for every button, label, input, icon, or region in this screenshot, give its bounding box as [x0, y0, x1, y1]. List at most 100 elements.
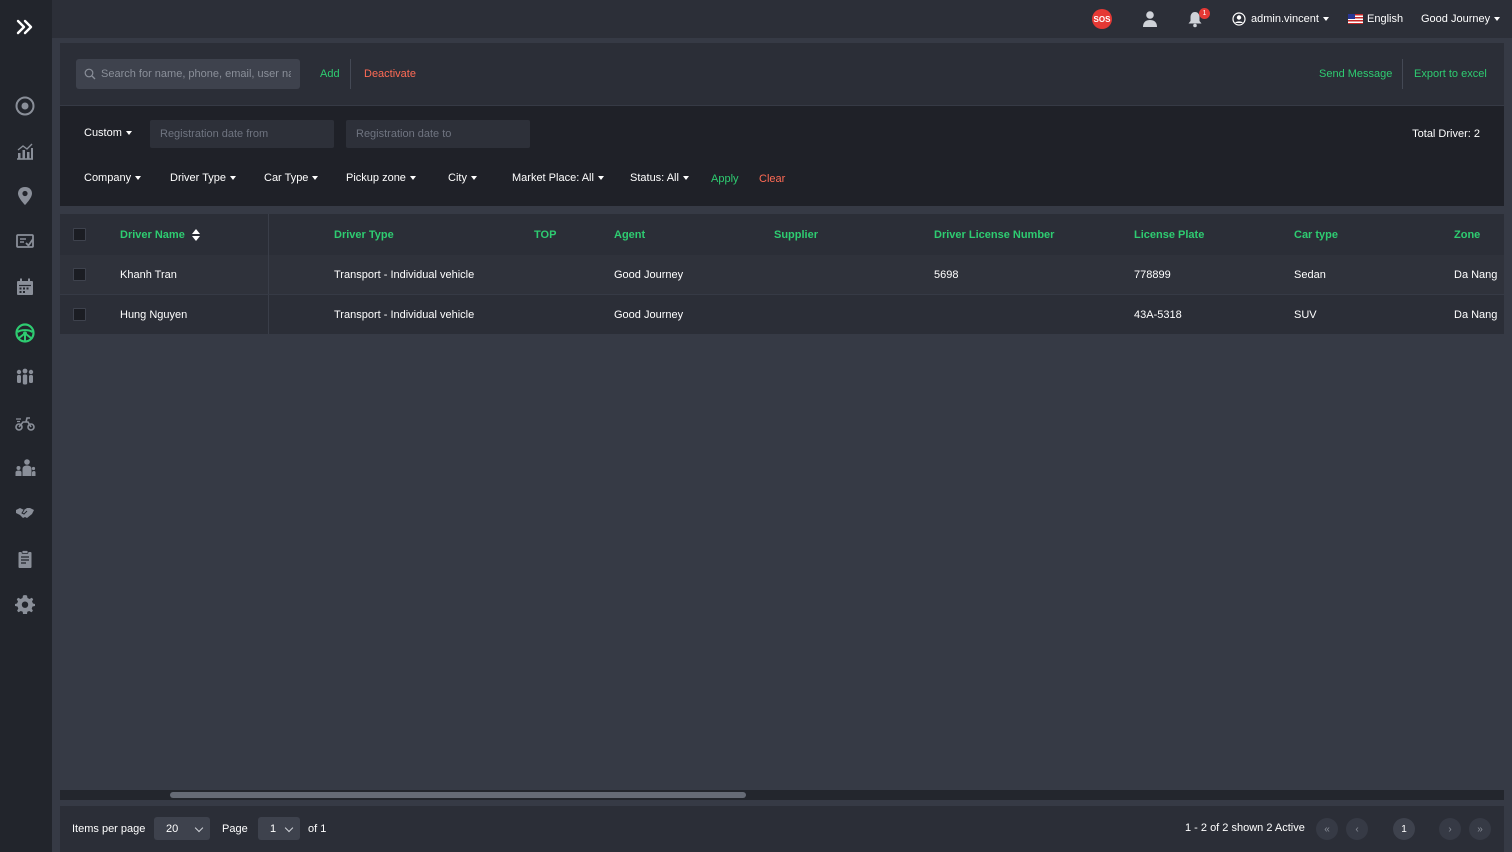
search-input[interactable] — [101, 68, 291, 80]
page-value: 1 — [270, 822, 277, 835]
search-box[interactable] — [76, 59, 300, 89]
items-per-page-label: Items per page — [72, 823, 146, 835]
column-header-driver-name[interactable]: Driver Name — [120, 214, 201, 255]
chevron-down-icon — [470, 176, 477, 180]
top-bar: SOS 1 admin.vincent English Good Journey — [52, 0, 1512, 38]
clear-button[interactable]: Clear — [759, 173, 785, 185]
items-per-page-select[interactable]: 20 — [154, 817, 210, 840]
date-mode-dropdown[interactable]: Custom — [84, 127, 132, 139]
column-header-driver-type[interactable]: Driver Type — [334, 214, 394, 255]
add-button[interactable]: Add — [320, 68, 340, 80]
column-header-license-plate[interactable]: License Plate — [1134, 214, 1204, 255]
passengers-icon[interactable] — [14, 366, 36, 388]
sort-icon — [191, 228, 200, 241]
chevron-down-icon — [125, 131, 132, 135]
pickup-zone-filter[interactable]: Pickup zone — [346, 172, 416, 184]
apply-button[interactable]: Apply — [711, 173, 739, 185]
user-icon — [1143, 11, 1157, 27]
column-header-zone[interactable]: Zone — [1454, 214, 1480, 255]
driver-type-filter-label: Driver Type — [170, 172, 227, 184]
row-checkbox[interactable] — [73, 268, 86, 281]
status-filter[interactable]: Status: All — [630, 172, 689, 184]
sos-button[interactable]: SOS — [1092, 0, 1112, 38]
us-flag-icon — [1348, 14, 1363, 24]
company-filter-label: Company — [84, 172, 132, 184]
market-place-filter[interactable]: Market Place: All — [512, 172, 604, 184]
license-number-cell: 5698 — [934, 269, 959, 281]
pagination-summary: 1 - 2 of 2 shown 2 Active — [1185, 822, 1305, 834]
car-type-cell: SUV — [1294, 309, 1317, 321]
next-page-button[interactable]: › — [1439, 818, 1461, 840]
company-filter[interactable]: Company — [84, 172, 142, 184]
export-excel-button[interactable]: Export to excel — [1414, 68, 1487, 80]
driver-type-cell: Transport - Individual vehicle — [334, 269, 475, 281]
table-header: Driver Name Driver Type TOP Agent Suppli… — [60, 214, 1504, 255]
zone-cell: Da Nang — [1454, 269, 1498, 281]
pagination-footer: Items per page 20 Page 1 of 1 1 - 2 of 2… — [60, 806, 1504, 852]
column-header-label: Driver Name — [120, 228, 185, 241]
previous-page-button[interactable]: ‹ — [1346, 818, 1368, 840]
booking-icon[interactable] — [14, 230, 36, 252]
driver-name-cell[interactable]: Hung Nguyen — [120, 295, 187, 335]
car-type-filter[interactable]: Car Type — [264, 172, 319, 184]
notifications-button[interactable]: 1 — [1186, 0, 1210, 38]
first-page-button[interactable]: « — [1316, 818, 1338, 840]
sos-icon: SOS — [1092, 9, 1112, 29]
city-filter[interactable]: City — [448, 172, 477, 184]
license-plate-cell: 43A-5318 — [1134, 309, 1182, 321]
filter-panel: Custom Total Driver: 2 Company Driver Ty… — [60, 106, 1504, 206]
total-drivers: Total Driver: 2 — [1412, 128, 1480, 140]
analytics-icon[interactable] — [14, 140, 36, 162]
current-page-button[interactable]: 1 — [1393, 818, 1415, 840]
language-selector[interactable]: English — [1348, 0, 1403, 38]
drivers-table: Driver Name Driver Type TOP Agent Suppli… — [60, 214, 1504, 336]
motorbike-icon[interactable] — [14, 412, 36, 434]
table-row[interactable]: Hung Nguyen Transport - Individual vehic… — [60, 295, 1504, 335]
driver-type-filter[interactable]: Driver Type — [170, 172, 237, 184]
expand-sidebar-icon[interactable] — [14, 16, 36, 38]
last-page-button[interactable]: » — [1469, 818, 1491, 840]
column-header-license-number[interactable]: Driver License Number — [934, 214, 1054, 255]
page-total: of 1 — [308, 823, 327, 835]
date-to-field[interactable] — [346, 120, 530, 148]
username: admin.vincent — [1251, 13, 1319, 25]
column-divider — [268, 295, 269, 334]
handshake-icon[interactable] — [14, 502, 36, 524]
dashboard-icon[interactable] — [14, 95, 36, 117]
column-header-agent[interactable]: Agent — [614, 214, 645, 255]
calendar-icon[interactable] — [14, 276, 36, 298]
staff-icon[interactable] — [14, 457, 36, 479]
chevron-down-icon — [1494, 17, 1501, 21]
market-place-filter-label: Market Place: All — [512, 172, 594, 184]
zone-cell: Da Nang — [1454, 309, 1498, 321]
page-label: Page — [222, 823, 248, 835]
clipboard-icon[interactable] — [14, 548, 36, 570]
table-row[interactable]: Khanh Tran Transport - Individual vehicl… — [60, 255, 1504, 295]
steering-wheel-icon[interactable] — [14, 322, 36, 344]
company-label: Good Journey — [1421, 13, 1491, 25]
date-from-input[interactable] — [160, 128, 325, 140]
horizontal-scrollbar[interactable] — [60, 790, 1504, 800]
user-menu[interactable]: admin.vincent — [1232, 0, 1329, 38]
map-pin-icon[interactable] — [14, 185, 36, 207]
deactivate-button[interactable]: Deactivate — [364, 68, 416, 80]
row-checkbox[interactable] — [73, 308, 86, 321]
column-header-car-type[interactable]: Car type — [1294, 214, 1338, 255]
scrollbar-thumb[interactable] — [170, 792, 746, 798]
settings-icon[interactable] — [14, 593, 36, 615]
chevron-down-icon — [682, 176, 689, 180]
page-select[interactable]: 1 — [258, 817, 300, 840]
toolbar-divider — [1402, 59, 1403, 89]
date-from-field[interactable] — [150, 120, 334, 148]
driver-profile-button[interactable] — [1141, 0, 1159, 38]
date-to-input[interactable] — [356, 128, 521, 140]
column-header-top[interactable]: TOP — [534, 214, 556, 255]
chevron-down-icon — [597, 176, 604, 180]
chevron-down-icon — [312, 176, 319, 180]
company-selector[interactable]: Good Journey — [1421, 0, 1501, 38]
select-all-checkbox[interactable] — [73, 228, 86, 241]
date-mode-label: Custom — [84, 127, 122, 139]
send-message-button[interactable]: Send Message — [1319, 68, 1392, 80]
column-header-supplier[interactable]: Supplier — [774, 214, 818, 255]
driver-name-cell[interactable]: Khanh Tran — [120, 255, 177, 295]
